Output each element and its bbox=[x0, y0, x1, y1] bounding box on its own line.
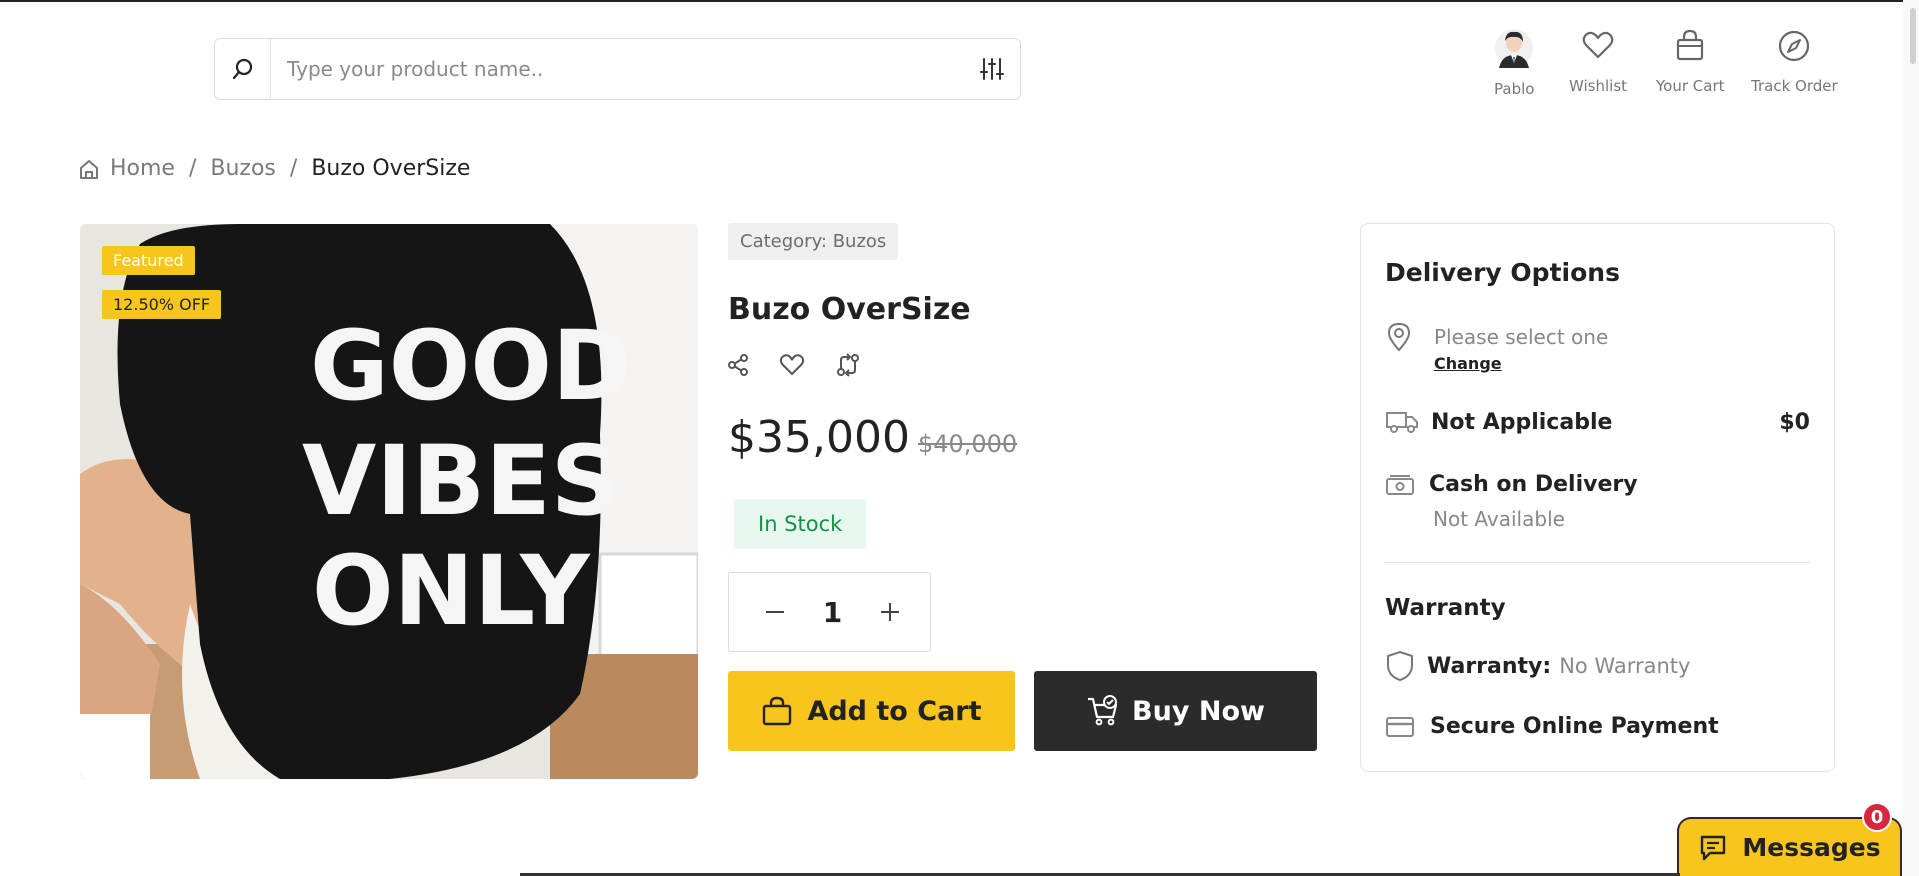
breadcrumb-current: Buzo OverSize bbox=[311, 156, 471, 181]
current-price: $35,000 bbox=[728, 412, 910, 463]
compare-icon[interactable] bbox=[835, 352, 861, 382]
top-border bbox=[0, 0, 1919, 2]
breadcrumb-home[interactable]: Home bbox=[78, 156, 175, 181]
add-to-cart-label: Add to Cart bbox=[807, 695, 982, 727]
product-actions bbox=[727, 352, 861, 382]
original-price: $40,000 bbox=[917, 430, 1018, 458]
bag-icon bbox=[763, 696, 792, 726]
bag-icon bbox=[1677, 29, 1704, 61]
breadcrumb: Home / Buzos / Buzo OverSize bbox=[78, 156, 470, 181]
scrollbar[interactable] bbox=[1903, 0, 1919, 876]
home-icon bbox=[80, 159, 98, 179]
share-icon[interactable] bbox=[727, 353, 749, 381]
avatar bbox=[1494, 28, 1534, 72]
search-icon[interactable] bbox=[215, 39, 271, 99]
print-line-3: ONLY bbox=[312, 535, 591, 647]
shipping-price: $0 bbox=[1779, 409, 1810, 435]
messages-count-badge: 0 bbox=[1862, 802, 1892, 832]
product-image[interactable]: GOOD VIBES ONLY Featured 12.50% OFF bbox=[80, 224, 698, 779]
chat-icon bbox=[1701, 835, 1726, 861]
cart-link[interactable]: Your Cart bbox=[1656, 28, 1725, 95]
credit-card-icon bbox=[1386, 716, 1414, 737]
quantity-stepper: 1 bbox=[728, 572, 931, 652]
price-block: $35,000 $40,000 bbox=[728, 412, 1017, 463]
change-location-link[interactable]: Change bbox=[1434, 354, 1502, 373]
warranty-row: Warranty: No Warranty bbox=[1385, 649, 1690, 683]
profile-link[interactable]: Pablo bbox=[1494, 28, 1534, 98]
breadcrumb-separator: / bbox=[289, 156, 298, 181]
warranty-label: Warranty: bbox=[1427, 653, 1552, 679]
cart-check-icon bbox=[1088, 695, 1118, 726]
add-to-cart-button[interactable]: Add to Cart bbox=[728, 671, 1015, 751]
profile-label: Pablo bbox=[1494, 80, 1535, 98]
wishlist-link[interactable]: Wishlist bbox=[1569, 28, 1627, 95]
discount-badge: 12.50% OFF bbox=[102, 290, 222, 319]
location-row: Please select one bbox=[1385, 322, 1608, 352]
compass-icon bbox=[1779, 30, 1810, 62]
shipping-row: Not Applicable $0 bbox=[1385, 409, 1810, 435]
location-pin-icon bbox=[1387, 322, 1411, 352]
cod-label: Cash on Delivery bbox=[1429, 472, 1638, 497]
search-input[interactable] bbox=[271, 39, 964, 99]
delivery-heading: Delivery Options bbox=[1385, 258, 1620, 287]
shield-icon bbox=[1387, 651, 1413, 681]
stock-badge: In Stock bbox=[734, 499, 867, 549]
breadcrumb-home-label: Home bbox=[110, 156, 175, 181]
heart-icon bbox=[1582, 31, 1614, 59]
warranty-heading: Warranty bbox=[1385, 595, 1506, 621]
track-order-link[interactable]: Track Order bbox=[1751, 28, 1838, 95]
shipping-label: Not Applicable bbox=[1431, 409, 1613, 435]
buy-now-button[interactable]: Buy Now bbox=[1034, 671, 1317, 751]
truck-icon bbox=[1386, 412, 1418, 433]
scrollbar-thumb[interactable] bbox=[1910, 8, 1916, 64]
wishlist-heart-icon[interactable] bbox=[779, 353, 805, 381]
print-line-2: VIBES bbox=[302, 425, 620, 537]
product-title: Buzo OverSize bbox=[728, 292, 971, 327]
breadcrumb-separator: / bbox=[188, 156, 197, 181]
cod-status: Not Available bbox=[1433, 507, 1565, 531]
cart-label: Your Cart bbox=[1656, 77, 1725, 95]
delivery-panel: Delivery Options Please select one Chang… bbox=[1360, 223, 1835, 772]
secure-payment-label: Secure Online Payment bbox=[1430, 714, 1719, 739]
warranty-value: No Warranty bbox=[1559, 654, 1691, 678]
decrease-qty-button[interactable] bbox=[763, 600, 787, 624]
location-text: Please select one bbox=[1434, 325, 1609, 349]
messages-label: Messages bbox=[1742, 833, 1881, 862]
print-line-1: GOOD bbox=[310, 310, 632, 422]
buy-now-label: Buy Now bbox=[1132, 695, 1265, 727]
breadcrumb-category[interactable]: Buzos bbox=[210, 156, 276, 181]
search-bar bbox=[214, 38, 1021, 100]
increase-qty-button[interactable] bbox=[878, 600, 902, 624]
filter-icon[interactable] bbox=[964, 56, 1020, 82]
wishlist-label: Wishlist bbox=[1569, 77, 1628, 95]
cod-row: Cash on Delivery bbox=[1385, 472, 1638, 497]
featured-badge: Featured bbox=[102, 246, 195, 275]
quantity-value[interactable]: 1 bbox=[823, 596, 842, 629]
cash-icon bbox=[1386, 474, 1414, 495]
track-order-label: Track Order bbox=[1751, 77, 1838, 95]
secure-payment-row: Secure Online Payment bbox=[1385, 714, 1719, 739]
category-tag[interactable]: Category: Buzos bbox=[728, 223, 899, 260]
divider bbox=[1385, 562, 1810, 563]
